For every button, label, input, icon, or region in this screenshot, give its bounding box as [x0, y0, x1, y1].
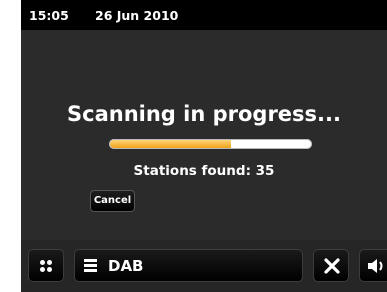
close-button[interactable]	[313, 249, 349, 282]
bottom-bar: DAB	[21, 240, 387, 292]
cancel-button[interactable]: Cancel	[90, 190, 135, 212]
source-label: DAB	[108, 257, 144, 275]
home-button[interactable]	[28, 249, 64, 282]
status-bar: 15:05 26 Jun 2010	[21, 0, 387, 30]
speaker-icon	[368, 259, 383, 273]
scan-title: Scanning in progress...	[67, 102, 341, 126]
scan-progress-fill	[110, 140, 231, 148]
close-icon	[324, 258, 340, 274]
status-time: 15:05	[29, 8, 69, 23]
radio-screen: 15:05 26 Jun 2010 Scanning in progress..…	[21, 0, 387, 292]
status-date: 26 Jun 2010	[95, 8, 179, 23]
scan-panel: Scanning in progress... Stations found: …	[21, 30, 387, 240]
menu-lines-icon	[84, 259, 97, 272]
scan-progress-bar	[109, 139, 312, 149]
volume-button[interactable]	[359, 249, 387, 282]
source-menu-button[interactable]: DAB	[74, 249, 303, 282]
stations-found-count: Stations found: 35	[133, 163, 275, 179]
